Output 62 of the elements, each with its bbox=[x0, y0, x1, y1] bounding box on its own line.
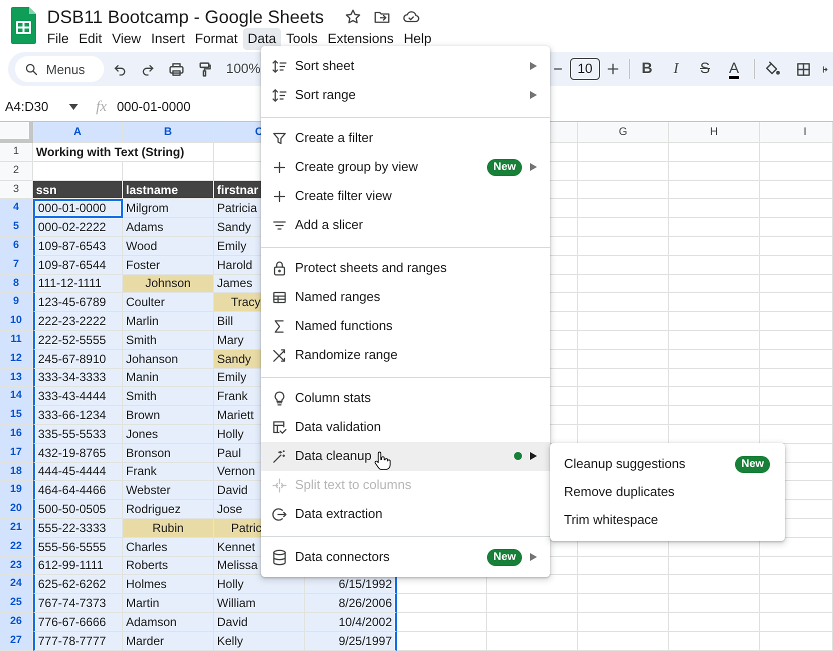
table-cell: 9/25/1997 bbox=[305, 632, 397, 651]
table-cell: Coulter bbox=[123, 293, 214, 312]
table-cell: 555-56-5555 bbox=[33, 538, 123, 557]
table-cell: Rodriguez bbox=[123, 500, 214, 519]
table-cell: 444-45-4444 bbox=[33, 462, 123, 482]
table-cell: Holly bbox=[214, 575, 305, 594]
table-cell: Kelly bbox=[214, 632, 305, 651]
table-cell: Johnson bbox=[123, 274, 214, 294]
fx-label: fx bbox=[96, 98, 107, 117]
table-cell: Foster bbox=[123, 256, 214, 275]
table-cell: 109-87-6544 bbox=[33, 256, 123, 275]
table-cell: 10/4/2002 bbox=[305, 612, 397, 632]
table-cell: Manin bbox=[123, 368, 214, 388]
table-cell: Wood bbox=[123, 236, 214, 256]
table-cell: 432-19-8765 bbox=[33, 444, 123, 463]
table-cell: Adams bbox=[123, 218, 214, 237]
new-badge: New bbox=[487, 548, 522, 566]
table-cell: Bronson bbox=[123, 444, 214, 463]
table-cell: 776-67-6666 bbox=[33, 612, 123, 632]
table-cell: 333-43-4444 bbox=[33, 387, 123, 406]
column-heading-cell: ssn bbox=[33, 180, 123, 200]
table-cell: Roberts bbox=[123, 556, 214, 576]
table-cell: 123-45-6789 bbox=[33, 293, 123, 312]
table-cell: 333-66-1234 bbox=[33, 406, 123, 425]
table-cell: Martin bbox=[123, 594, 214, 613]
table-cell: Smith bbox=[123, 387, 214, 406]
table-cell: Holmes bbox=[123, 575, 214, 594]
table-cell: 222-52-5555 bbox=[33, 330, 123, 350]
table-cell: Rubin bbox=[123, 518, 214, 538]
table-cell: 555-22-3333 bbox=[33, 518, 123, 538]
table-cell: Brown bbox=[123, 406, 214, 425]
table-cell: Frank bbox=[123, 462, 214, 482]
table-cell: Charles bbox=[123, 538, 214, 557]
table-cell: Jones bbox=[123, 424, 214, 444]
table-cell: David bbox=[214, 612, 305, 632]
table-cell: 767-74-7373 bbox=[33, 594, 123, 613]
column-heading-cell: lastname bbox=[123, 180, 214, 200]
table-cell: 109-87-6543 bbox=[33, 236, 123, 256]
table-cell: Adamson bbox=[123, 612, 214, 632]
new-badge: New bbox=[735, 456, 770, 472]
table-cell: 245-67-8910 bbox=[33, 350, 123, 369]
table-cell: 500-50-0505 bbox=[33, 500, 123, 519]
new-badge: New bbox=[487, 158, 522, 176]
table-cell: 464-64-4466 bbox=[33, 481, 123, 500]
table-cell: William bbox=[214, 594, 305, 613]
table-cell: 612-99-1111 bbox=[33, 556, 123, 576]
table-cell: 000-01-0000 bbox=[33, 199, 123, 218]
table-cell: 8/26/2006 bbox=[305, 594, 397, 613]
table-cell: 222-23-2222 bbox=[33, 312, 123, 331]
table-cell: Milgrom bbox=[123, 199, 214, 218]
table-cell: 625-62-6262 bbox=[33, 575, 123, 594]
table-cell: 777-78-7777 bbox=[33, 632, 123, 651]
table-cell: 335-55-5533 bbox=[33, 424, 123, 444]
table-cell: Smith bbox=[123, 330, 214, 350]
table-cell: 000-02-2222 bbox=[33, 218, 123, 237]
table-cell: Johanson bbox=[123, 350, 214, 369]
table-cell: Marder bbox=[123, 632, 214, 651]
table-cell: 111-12-1111 bbox=[33, 274, 123, 294]
sheet-title: Working with Text (String) bbox=[33, 143, 214, 162]
table-cell: Webster bbox=[123, 481, 214, 500]
table-cell: 333-34-3333 bbox=[33, 368, 123, 388]
table-cell: Marlin bbox=[123, 312, 214, 331]
